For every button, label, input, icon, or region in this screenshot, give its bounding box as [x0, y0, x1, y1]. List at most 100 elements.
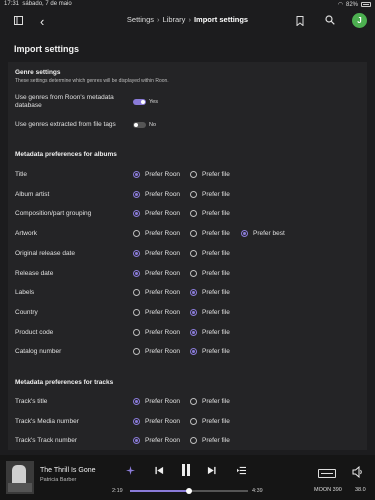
option-label: Prefer Roon [145, 249, 181, 257]
radio-button[interactable] [133, 249, 140, 257]
option-label: Prefer Roon [145, 417, 181, 425]
use-file-genres-toggle[interactable] [133, 122, 146, 128]
pause-icon[interactable] [181, 464, 191, 476]
track-option-prefer-file[interactable]: Prefer file [190, 437, 230, 445]
track-option-prefer-roon[interactable]: Prefer Roon [133, 437, 181, 445]
radio-button[interactable] [133, 417, 140, 425]
seek-bar[interactable] [130, 488, 248, 494]
status-bar: 17:31 sábado, 7 de maio ◠ 82% [0, 0, 375, 9]
radio-button[interactable] [190, 328, 197, 336]
track-option-prefer-roon[interactable]: Prefer Roon [133, 398, 180, 405]
radio-button[interactable] [190, 398, 197, 405]
radio-button[interactable] [133, 348, 140, 356]
track-artist[interactable]: Patricia Barber [40, 477, 76, 483]
album-option-prefer-file[interactable]: Prefer file [190, 230, 230, 238]
radio-icon[interactable] [126, 466, 135, 475]
album-option-prefer-best[interactable]: Prefer best [241, 230, 285, 238]
album-row-label: Release date [15, 269, 54, 277]
radio-button[interactable] [190, 289, 197, 297]
wifi-icon: ◠ [337, 2, 343, 8]
radio-button[interactable] [190, 249, 197, 257]
page-title: Import settings [14, 44, 80, 54]
album-option-prefer-roon[interactable]: Prefer Roon [133, 328, 180, 336]
radio-button[interactable] [133, 171, 140, 178]
album-option-prefer-roon[interactable]: Prefer Roon [133, 289, 181, 297]
radio-button[interactable] [190, 437, 197, 445]
radio-button[interactable] [133, 289, 140, 297]
album-option-prefer-roon[interactable]: Prefer Roon [133, 249, 181, 257]
avatar[interactable]: J [352, 13, 367, 28]
radio-button[interactable] [190, 269, 197, 277]
radio-button[interactable] [133, 398, 140, 405]
radio-button[interactable] [241, 230, 248, 238]
album-option-prefer-file[interactable]: Prefer file [190, 348, 230, 356]
previous-track-icon[interactable] [155, 466, 164, 475]
album-option-prefer-file[interactable]: Prefer file [190, 190, 230, 198]
volume-value: 38.0 [355, 487, 366, 493]
option-label: Prefer file [202, 308, 230, 316]
radio-button[interactable] [133, 437, 140, 445]
option-label: Prefer Roon [145, 437, 181, 445]
breadcrumb-library[interactable]: Library [163, 15, 186, 24]
album-option-prefer-file[interactable]: Prefer file [190, 269, 230, 277]
radio-button[interactable] [190, 348, 197, 356]
option-label: Prefer Roon [145, 230, 181, 238]
track-title[interactable]: The Thrill Is Gone [40, 467, 96, 474]
track-option-prefer-file[interactable]: Prefer file [190, 398, 230, 405]
option-label: Prefer file [202, 398, 230, 405]
breadcrumb-settings[interactable]: Settings [127, 15, 154, 24]
album-option-prefer-file[interactable]: Prefer file [190, 249, 230, 257]
album-option-prefer-roon[interactable]: Prefer Roon [133, 190, 181, 198]
album-option-prefer-roon[interactable]: Prefer Roon [133, 348, 180, 356]
track-option-prefer-roon[interactable]: Prefer Roon [133, 417, 181, 425]
next-track-icon[interactable] [207, 466, 216, 475]
album-option-prefer-file[interactable]: Prefer file [190, 328, 230, 336]
breadcrumb-separator: › [188, 15, 191, 24]
queue-icon[interactable] [237, 466, 246, 475]
radio-button[interactable] [133, 328, 140, 336]
album-option-prefer-file[interactable]: Prefer file [190, 308, 230, 316]
zone-device-icon[interactable] [318, 469, 336, 478]
option-label: Prefer file [202, 230, 230, 238]
option-label: Prefer file [202, 269, 230, 277]
radio-button[interactable] [190, 230, 197, 238]
album-metadata-heading: Metadata preferences for albums [15, 151, 117, 158]
album-option-prefer-roon[interactable]: Prefer Roon [133, 171, 180, 178]
radio-button[interactable] [133, 190, 140, 198]
album-option-prefer-file[interactable]: Prefer file [190, 210, 230, 218]
radio-button[interactable] [190, 171, 197, 178]
search-icon[interactable] [325, 15, 335, 25]
radio-button[interactable] [133, 230, 140, 238]
album-option-prefer-roon[interactable]: Prefer Roon [133, 230, 181, 238]
seek-bar-thumb[interactable] [186, 488, 192, 494]
status-time: 17:31 [4, 1, 20, 7]
radio-button[interactable] [133, 269, 140, 277]
radio-button[interactable] [133, 210, 140, 218]
zone-name[interactable]: MOON 390 [314, 487, 342, 493]
option-label: Prefer file [202, 437, 230, 445]
radio-button[interactable] [190, 308, 197, 316]
album-option-prefer-file[interactable]: Prefer file [190, 289, 230, 297]
track-row-label: Track's title [15, 398, 48, 405]
settings-panel: Genre settings These settings determine … [8, 62, 367, 450]
battery-icon [361, 2, 371, 7]
radio-button[interactable] [133, 308, 140, 316]
album-option-prefer-roon[interactable]: Prefer Roon [133, 210, 180, 218]
use-roon-genres-toggle[interactable] [133, 99, 146, 105]
option-label: Prefer file [202, 328, 230, 336]
album-option-prefer-file[interactable]: Prefer file [190, 171, 230, 178]
genre-settings-description: These settings determine which genres wi… [15, 78, 169, 84]
option-label: Prefer Roon [145, 289, 181, 297]
elapsed-time: 2:19 [112, 488, 123, 494]
track-option-prefer-file[interactable]: Prefer file [190, 417, 230, 425]
option-label: Prefer Roon [145, 190, 181, 198]
album-option-prefer-roon[interactable]: Prefer Roon [133, 269, 180, 277]
volume-icon[interactable] [352, 466, 364, 478]
album-option-prefer-roon[interactable]: Prefer Roon [133, 308, 180, 316]
radio-button[interactable] [190, 417, 197, 425]
radio-button[interactable] [190, 210, 197, 218]
option-label: Prefer file [202, 249, 230, 257]
bookmark-icon[interactable] [296, 16, 304, 26]
album-art[interactable] [6, 461, 34, 494]
radio-button[interactable] [190, 190, 197, 198]
